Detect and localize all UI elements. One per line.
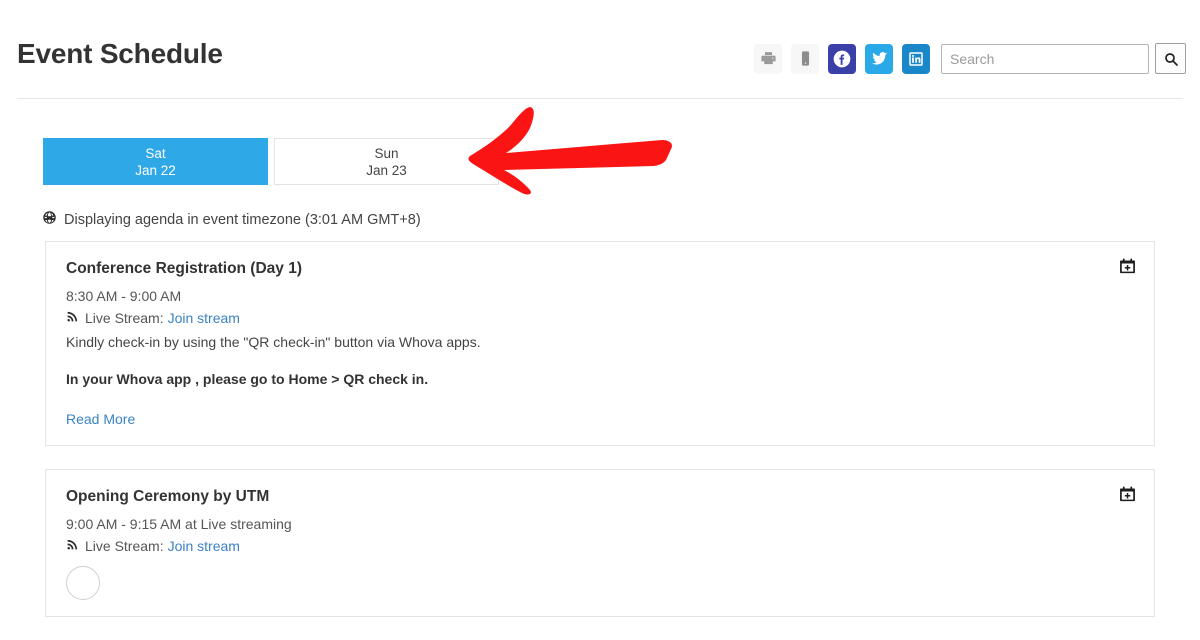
timezone-note: Displaying agenda in event timezone (3:0… (42, 210, 421, 229)
session-title: Opening Ceremony by UTM (66, 487, 270, 505)
facebook-icon[interactable] (828, 43, 856, 74)
day-tabs: Sat Jan 22 Sun Jan 23 (43, 138, 499, 185)
session-list: Conference Registration (Day 1) 8:30 AM … (45, 241, 1155, 640)
session-time: 9:00 AM - 9:15 AM at Live streaming (66, 515, 292, 532)
timezone-note-text: Displaying agenda in event timezone (3:0… (64, 211, 421, 228)
session-title: Conference Registration (Day 1) (66, 260, 302, 277)
tab-day-label: Sun (374, 145, 399, 161)
page-title: Event Schedule (17, 38, 223, 69)
read-more-link[interactable]: Read More (66, 411, 135, 427)
calendar-plus-icon[interactable] (1119, 257, 1136, 275)
twitter-icon[interactable] (865, 43, 893, 74)
join-stream-link[interactable]: Join stream (168, 537, 240, 556)
header-tools (754, 43, 1186, 74)
calendar-plus-icon[interactable] (1119, 485, 1136, 503)
session-time: 8:30 AM - 9:00 AM (66, 287, 182, 304)
print-icon[interactable] (754, 43, 782, 74)
session-card[interactable]: Opening Ceremony by UTM 9:00 AM - 9:15 A… (45, 468, 1155, 618)
rss-icon (66, 537, 79, 556)
page-header: Event Schedule (0, 0, 1200, 99)
join-stream-link[interactable]: Join stream (168, 309, 240, 328)
tab-day-label: Sat (145, 145, 166, 161)
search-button[interactable] (1155, 43, 1186, 74)
session-livestream: Live Stream: Join stream (66, 537, 1134, 556)
tab-date-label: Jan 22 (135, 162, 176, 178)
search-input[interactable] (941, 43, 1149, 74)
livestream-label: Live Stream: (85, 310, 164, 327)
session-description: Kindly check-in by using the "QR check-i… (66, 334, 481, 351)
tab-sun-jan-23[interactable]: Sun Jan 23 (274, 138, 499, 185)
livestream-label: Live Stream: (85, 538, 164, 555)
tab-sat-jan-22[interactable]: Sat Jan 22 (43, 138, 268, 185)
search-area (941, 43, 1186, 74)
rss-icon (66, 309, 79, 328)
linkedin-icon[interactable] (902, 43, 930, 74)
avatar[interactable] (66, 566, 100, 601)
session-note: In your Whova app , please go to Home > … (66, 370, 429, 387)
session-livestream: Live Stream: Join stream (66, 309, 1134, 328)
header-divider (17, 98, 1183, 99)
speaker-row (66, 566, 1134, 601)
globe-icon (42, 210, 57, 229)
session-card[interactable]: Conference Registration (Day 1) 8:30 AM … (45, 241, 1155, 446)
tab-date-label: Jan 23 (366, 162, 407, 178)
mobile-icon[interactable] (791, 43, 819, 74)
